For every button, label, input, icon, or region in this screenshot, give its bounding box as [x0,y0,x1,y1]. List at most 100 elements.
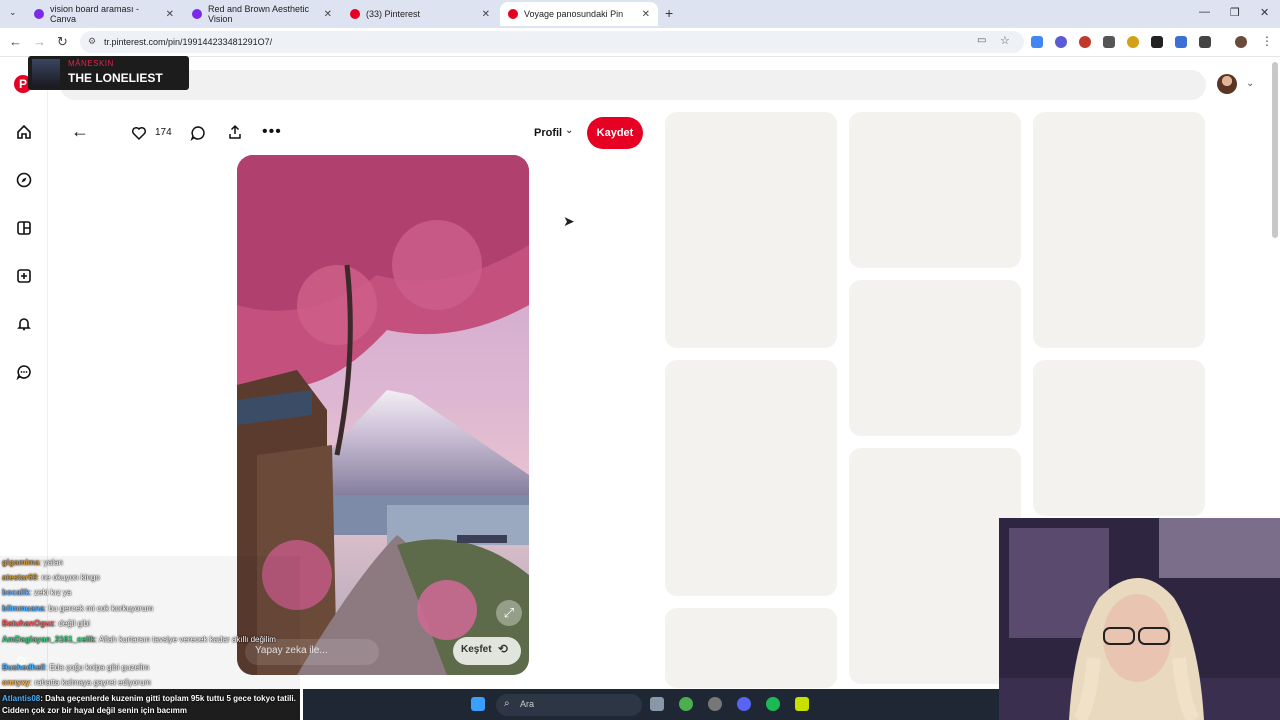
tab-list-chevron-icon[interactable]: ⌄ [9,7,17,18]
tab-title: Voyage panosundaki Pin [524,9,624,19]
more-options-icon[interactable]: ••• [262,123,282,141]
search-input[interactable]: ⌕ [60,70,1206,100]
like-count: 174 [155,127,172,138]
new-tab-icon[interactable]: + [665,5,673,21]
pin-placeholder [665,112,837,348]
track-title: THE LONELIEST [68,71,163,85]
site-info-icon[interactable]: ⚙ [88,36,96,47]
window-extension-icon[interactable] [1175,36,1187,48]
tool-extension-icon[interactable] [1103,36,1115,48]
spotify-icon[interactable] [766,697,780,711]
address-bar[interactable]: ⚙ tr.pinterest.com/pin/199144233481291O7… [80,31,1024,53]
pin-action-bar: ← 174 ••• Profil ⌄ [60,115,654,151]
shield-extension-icon[interactable] [1055,36,1067,48]
save-button[interactable]: Kaydet [587,117,643,149]
pin-placeholder [849,448,1021,684]
chat-message: BatuhanOguz: değil gibi [2,619,91,628]
messages-icon[interactable] [16,364,32,380]
taskbar-search[interactable]: ⌕ Ara [496,694,642,716]
install-app-icon[interactable]: ▭ [977,35,986,46]
url-text: tr.pinterest.com/pin/199144233481291O7/ [104,37,273,47]
pin-placeholder [849,112,1021,268]
pinterest-favicon [508,9,518,19]
home-icon[interactable] [16,124,32,140]
pin-placeholder [1033,360,1205,516]
profile-avatar-icon[interactable] [1235,36,1247,48]
windows-taskbar: ⌕ Ara [303,689,999,720]
browser-tab-strip: ⌄ vision board araması - Canva ✕ Red and… [0,0,1280,28]
webcam-feed [999,518,1280,720]
album-art [32,59,60,87]
mouse-cursor-icon: ➤ [563,213,575,229]
puzzle-extensions-icon[interactable] [1199,36,1211,48]
stream-chat-overlay: gigamima: yalan atestar69: ne okuyon kin… [0,556,300,720]
coin-extension-icon[interactable] [1127,36,1139,48]
chat-message: bilmmuana: bu gercek mi cok korkuyorum [2,604,154,613]
chat-message: Atlantis08: Daha geçenlerde kuzenim gitt… [2,694,296,715]
settings-gear-icon[interactable]: ⚙ [16,654,27,668]
taskbar-search-icon: ⌕ [504,698,510,709]
tab-pinterest-home[interactable]: (33) Pinterest ✕ [342,2,498,26]
tab-canva-search[interactable]: vision board araması - Canva ✕ [26,2,182,26]
forward-icon[interactable]: → [33,34,46,49]
tab-canva-vision[interactable]: Red and Brown Aesthetic Vision ✕ [184,2,340,26]
translate-extension-icon[interactable] [1031,36,1043,48]
heart-icon[interactable] [131,125,147,141]
file-explorer-icon[interactable] [650,697,664,711]
browser-toolbar: ← → ↻ ⚙ tr.pinterest.com/pin/19914423348… [0,28,1280,57]
maximize-icon[interactable]: ❐ [1230,6,1240,19]
minimize-icon[interactable]: — [1199,6,1210,18]
bookmark-star-icon[interactable]: ☆ [1000,34,1010,47]
capture-extension-icon[interactable] [1151,36,1163,48]
canva-favicon [34,9,44,19]
pin-placeholder [665,360,837,596]
expand-icon[interactable]: ⤢ [496,600,522,626]
explore-button[interactable]: Keşfet ⟲ [453,637,521,665]
profile-chevron-down-icon[interactable]: ⌄ [565,125,573,136]
page-scrollbar[interactable] [1272,62,1278,238]
profile-dropdown[interactable]: Profil [534,127,562,139]
chat-message: AmDaglayan_3161_celik: Allah kurtarsın t… [2,635,276,644]
back-icon[interactable]: ← [9,34,22,49]
create-pin-icon[interactable] [16,268,32,284]
discord-icon[interactable] [737,697,751,711]
pin-placeholder [665,608,837,688]
user-avatar[interactable] [1217,74,1237,94]
pin-placeholder [1033,112,1205,348]
pin-placeholder [849,280,1021,436]
close-tab-icon[interactable]: ✕ [166,9,174,20]
chat-message: atestar69: ne okuyon kingo [2,573,100,582]
close-tab-icon[interactable]: ✕ [482,9,490,20]
reload-icon[interactable]: ↻ [57,34,68,50]
chat-message: onnyxy: rahatta kalmaya gayret ediyorum [2,678,151,687]
back-arrow-icon[interactable]: ← [71,121,89,142]
visual-search-icon: ⟲ [498,642,509,656]
start-icon[interactable] [471,697,485,711]
browser-menu-icon[interactable]: ⋮ [1261,34,1273,48]
tab-title: (33) Pinterest [366,9,421,19]
tab-title: vision board araması - Canva [50,4,140,24]
close-window-icon[interactable]: ✕ [1260,6,1269,19]
artist-name: MÅNESKIN [68,59,114,68]
chat-message: bocalik: zeki kız ya [2,588,72,597]
comment-icon[interactable] [190,125,206,141]
share-icon[interactable] [227,124,243,140]
explore-compass-icon[interactable] [16,172,32,188]
canva-favicon [192,9,202,19]
explore-label: Keşfet [461,644,492,655]
boards-icon[interactable] [16,220,32,236]
tab-title: Red and Brown Aesthetic Vision [208,4,310,24]
close-tab-icon[interactable]: ✕ [642,9,650,20]
taskbar-search-placeholder: Ara [520,699,535,709]
chat-message: gigamima: yalan [2,558,63,567]
account-chevron-down-icon[interactable]: ⌄ [1246,78,1254,89]
notifications-bell-icon[interactable] [16,316,32,332]
live-app-icon[interactable] [795,697,809,711]
lips-extension-icon[interactable] [1079,36,1091,48]
now-playing-overlay: MÅNESKIN THE LONELIEST [28,56,189,90]
chrome-icon[interactable] [679,697,693,711]
streamer-webcam-image [999,518,1280,720]
tab-pinterest-pin[interactable]: Voyage panosundaki Pin ✕ [500,2,658,26]
close-tab-icon[interactable]: ✕ [324,9,332,20]
obs-icon[interactable] [708,697,722,711]
